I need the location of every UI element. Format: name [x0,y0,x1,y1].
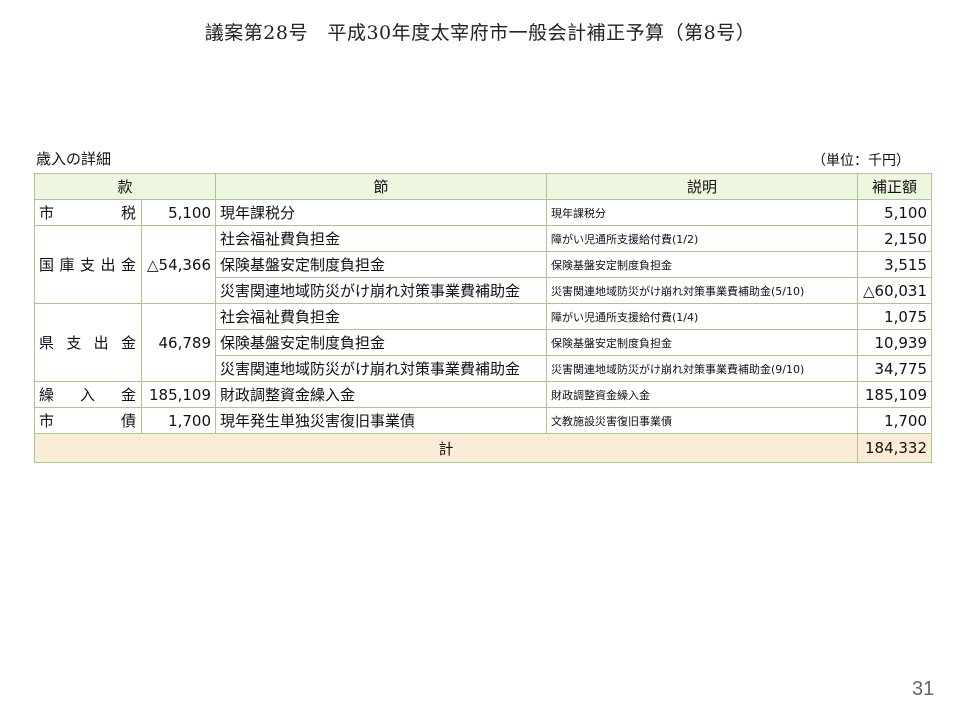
header-setsu: 節 [215,173,548,200]
kan-cell: 県支出金 [34,303,142,382]
header-kan: 款 [33,173,217,200]
setsumei-cell: 保険基盤安定制度負担金 [546,251,859,278]
amount-cell: 3,515 [857,251,933,278]
setsu-cell: 社会福祉費負担金 [215,303,548,330]
setsu-cell: 保険基盤安定制度負担金 [215,251,548,278]
table-row: 市 債 1,700 現年発生単独災害復旧事業債 文教施設災害復旧事業債 1,70… [34,407,933,434]
kan-cell: 市 税 [34,199,142,226]
setsu-cell: 現年発生単独災害復旧事業債 [215,407,548,434]
kan-amount-cell: 5,100 [140,199,217,226]
setsumei-cell: 障がい児通所支援給付費(1/2) [546,225,859,252]
setsumei-cell: 現年課税分 [546,199,859,226]
total-label: 計 [33,433,859,463]
amount-cell: △60,031 [857,277,933,304]
setsu-cell: 保険基盤安定制度負担金 [215,329,548,356]
amount-cell: 1,700 [857,407,933,434]
total-amount: 184,332 [857,433,933,463]
amount-cell: 185,109 [857,381,933,408]
amount-cell: 1,075 [857,303,933,330]
table-row: 市 税 5,100 現年課税分 現年課税分 5,100 [34,199,933,226]
kan-amount-cell: 46,789 [140,303,217,382]
setsu-cell: 社会福祉費負担金 [215,225,548,252]
unit-label: （単位：千円） [812,153,910,169]
setsumei-cell: 災害関連地域防災がけ崩れ対策事業費補助金(5/10) [546,277,859,304]
setsu-cell: 現年課税分 [215,199,548,226]
setsu-cell: 災害関連地域防災がけ崩れ対策事業費補助金 [215,277,548,304]
kan-cell: 繰入金 [34,381,142,408]
table-row: 繰入金 185,109 財政調整資金繰入金 財政調整資金繰入金 185,109 [34,381,933,408]
revenue-detail-table: 款 節 説明 補正額 市 税 5,100 現年課税分 現年課税分 5,100 国… [33,173,933,463]
table-row: 県支出金 46,789 社会福祉費負担金 障がい児通所支援給付費(1/4) 1,… [34,303,933,382]
header-hoseigaku: 補正額 [857,173,933,200]
setsumei-cell: 文教施設災害復旧事業債 [546,407,859,434]
table-header-row: 款 節 説明 補正額 [33,173,933,200]
setsu-cell: 災害関連地域防災がけ崩れ対策事業費補助金 [215,355,548,382]
kan-amount-cell: 185,109 [140,381,217,408]
amount-cell: 2,150 [857,225,933,252]
total-row: 計 184,332 [33,433,933,463]
kan-cell: 市 債 [34,407,142,434]
kan-amount-cell: 1,700 [140,407,217,434]
setsumei-cell: 障がい児通所支援給付費(1/4) [546,303,859,330]
setsumei-cell: 財政調整資金繰入金 [546,381,859,408]
section-label: 歳入の詳細 [36,150,112,168]
page-title: 議案第28号 平成30年度太宰府市一般会計補正予算（第8号） [204,22,756,44]
setsumei-cell: 災害関連地域防災がけ崩れ対策事業費補助金(9/10) [546,355,859,382]
amount-cell: 10,939 [857,329,933,356]
setsumei-cell: 保険基盤安定制度負担金 [546,329,859,356]
kan-amount-cell: △54,366 [140,225,217,304]
header-setsumei: 説明 [546,173,859,200]
page-number: 31 [912,678,935,700]
amount-cell: 5,100 [857,199,933,226]
setsu-cell: 財政調整資金繰入金 [215,381,548,408]
amount-cell: 34,775 [857,355,933,382]
kan-cell: 国庫支出金 [34,225,142,304]
table-row: 国庫支出金 △54,366 社会福祉費負担金 障がい児通所支援給付費(1/2) … [34,225,933,304]
